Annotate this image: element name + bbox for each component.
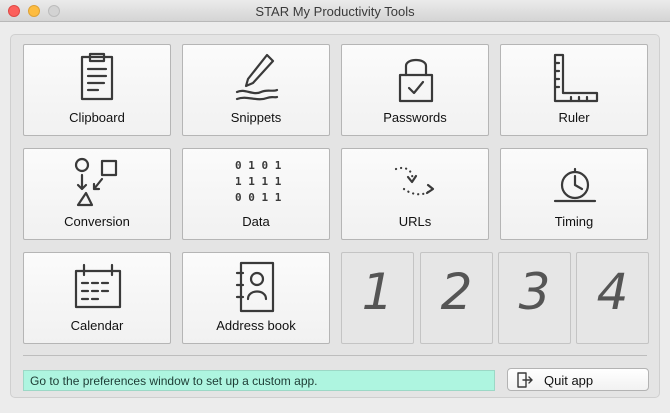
window-title: STAR My Productivity Tools: [255, 4, 415, 19]
custom-slot-4[interactable]: 4: [576, 252, 649, 344]
binary-data-icon: 0 1 0 1 1 1 1 1 0 0 1 1: [235, 159, 282, 204]
snippets-button[interactable]: Snippets: [182, 44, 330, 136]
timing-button[interactable]: Timing: [500, 148, 648, 240]
passwords-label: Passwords: [383, 110, 447, 125]
custom-slot-1[interactable]: 1: [341, 252, 414, 344]
custom-slot-number: 1: [361, 263, 394, 321]
ruler-icon: [553, 53, 599, 103]
data-label: Data: [242, 214, 270, 229]
ruler-button[interactable]: Ruler: [500, 44, 648, 136]
quit-app-label: Quit app: [544, 373, 594, 388]
custom-slot-2[interactable]: 2: [420, 252, 493, 344]
exit-door-icon: [517, 372, 533, 388]
svg-text:0 0 1 1: 0 0 1 1: [235, 191, 282, 204]
padlock-icon: [398, 58, 434, 103]
status-message: Go to the preferences window to set up a…: [23, 370, 495, 391]
dotted-arrow-icon: [394, 166, 435, 196]
custom-slot-number: 4: [596, 263, 629, 321]
stopwatch-icon: [553, 167, 597, 203]
urls-label: URLs: [398, 214, 432, 229]
custom-slot-3[interactable]: 3: [498, 252, 571, 344]
calendar-button[interactable]: Calendar: [23, 252, 171, 344]
calendar-label: Calendar: [70, 318, 124, 333]
passwords-button[interactable]: Passwords: [341, 44, 489, 136]
address-card-icon: [235, 261, 275, 313]
conversion-button[interactable]: Conversion: [23, 148, 171, 240]
clipboard-button[interactable]: Clipboard: [23, 44, 171, 136]
snippets-label: Snippets: [230, 110, 282, 125]
urls-button[interactable]: URLs: [341, 148, 489, 240]
svg-text:1 1 1 1: 1 1 1 1: [235, 175, 282, 188]
clipboard-icon: [80, 52, 114, 101]
address-book-label: Address book: [216, 318, 296, 333]
data-button[interactable]: 0 1 0 1 1 1 1 1 0 0 1 1 Data: [182, 148, 330, 240]
title-bar: STAR My Productivity Tools: [0, 0, 670, 22]
pen-icon: [235, 53, 279, 101]
app-window: STAR My Productivity Tools Clipboard Sni…: [0, 0, 670, 413]
ruler-label: Ruler: [558, 110, 590, 125]
custom-slot-number: 3: [518, 263, 551, 321]
conversion-label: Conversion: [64, 214, 130, 229]
custom-slot-number: 2: [440, 263, 473, 321]
svg-text:0 1 0 1: 0 1 0 1: [235, 159, 282, 172]
address-book-button[interactable]: Address book: [182, 252, 330, 344]
timing-label: Timing: [554, 214, 594, 229]
quit-app-button[interactable]: Quit app: [507, 368, 649, 391]
calendar-icon: [74, 263, 122, 309]
divider: [23, 355, 647, 356]
clipboard-label: Clipboard: [69, 110, 125, 125]
shapes-conversion-icon: [74, 157, 118, 207]
